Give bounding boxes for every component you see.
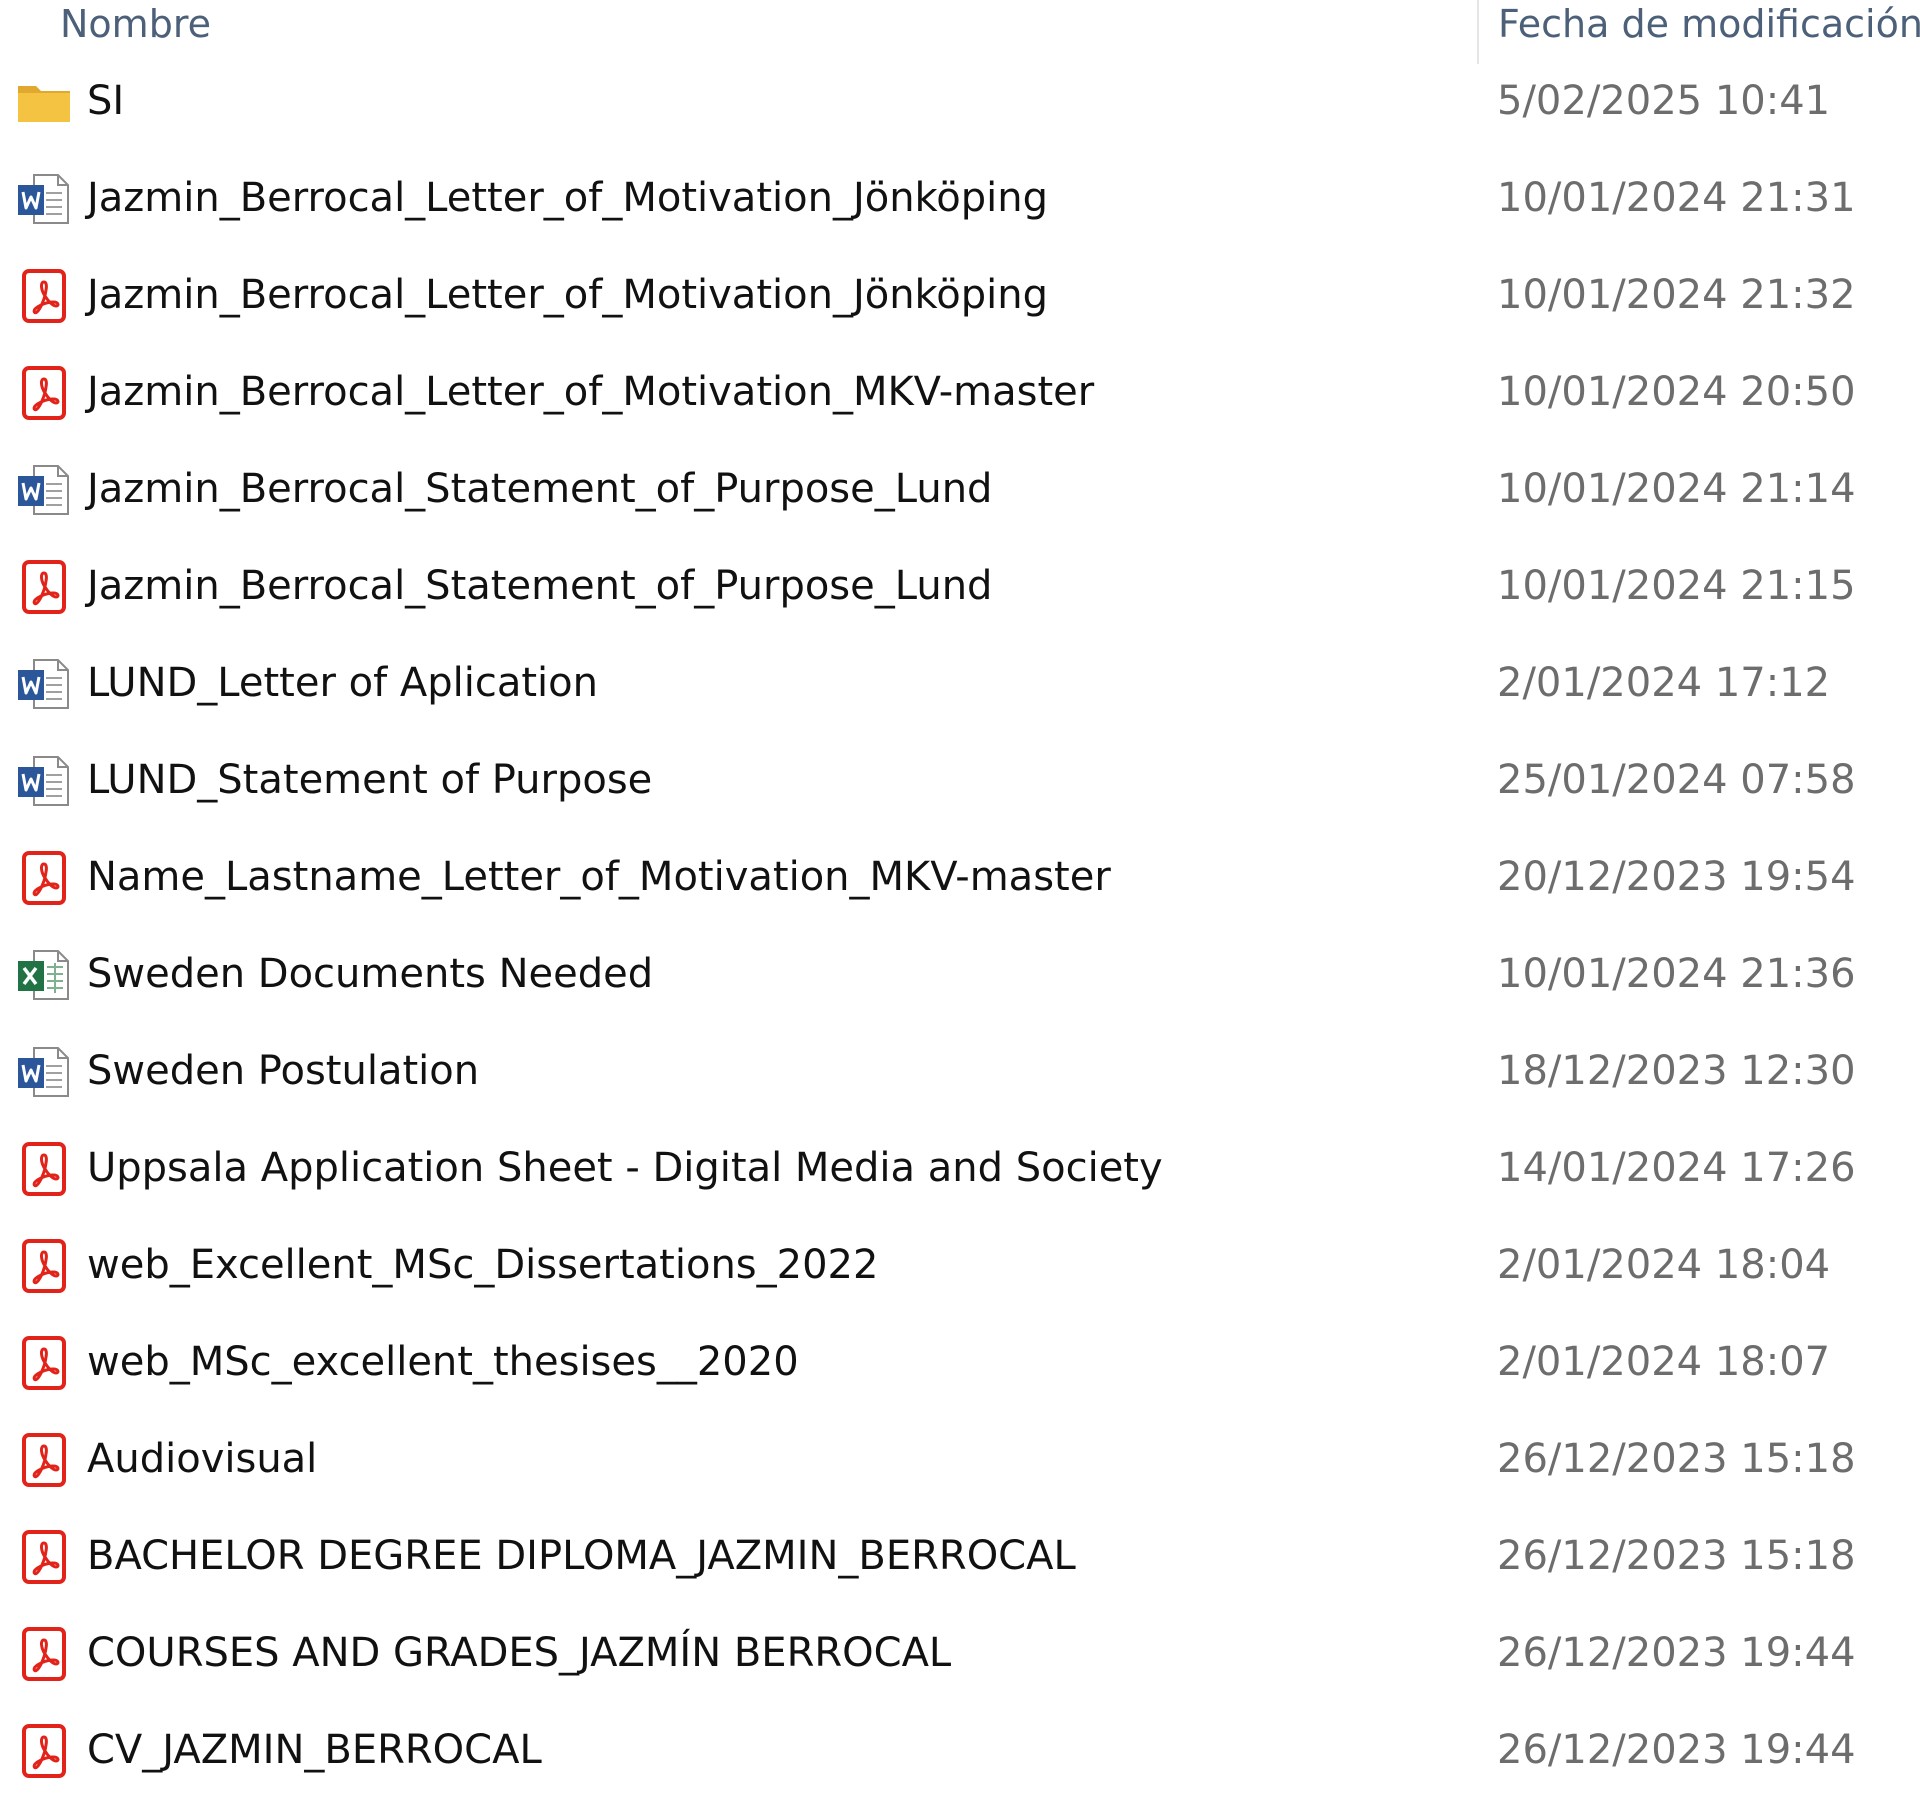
file-date-modified: 2/01/2024 18:07 — [1497, 1339, 1831, 1385]
pdf-icon — [16, 365, 72, 421]
folder-icon — [16, 74, 72, 130]
file-row[interactable]: Audiovisual 26/12/2023 15:18 — [0, 1410, 1920, 1507]
file-date-modified: 5/02/2025 10:41 — [1497, 78, 1831, 124]
word-doc-icon — [16, 753, 72, 809]
word-doc-icon — [16, 1044, 72, 1100]
file-date-modified: 10/01/2024 21:14 — [1497, 466, 1856, 512]
file-row[interactable]: Jazmin_Berrocal_Letter_of_Motivation_MKV… — [0, 343, 1920, 440]
file-date-modified: 26/12/2023 15:18 — [1497, 1533, 1856, 1579]
excel-sheet-icon — [16, 947, 72, 1003]
file-date-modified: 26/12/2023 19:44 — [1497, 1630, 1856, 1676]
word-doc-icon — [16, 171, 72, 227]
pdf-icon — [16, 1723, 72, 1779]
file-name: LUND_Statement of Purpose — [87, 757, 653, 803]
file-name: Jazmin_Berrocal_Statement_of_Purpose_Lun… — [87, 563, 993, 609]
pdf-icon — [16, 850, 72, 906]
file-date-modified: 26/12/2023 15:18 — [1497, 1436, 1856, 1482]
pdf-icon — [16, 559, 72, 615]
file-list: SI 5/02/2025 10:41 Jazmin_Berrocal_Letter_… — [0, 52, 1920, 1795]
file-row[interactable]: CV_JAZMIN_BERROCAL 26/12/2023 19:44 — [0, 1701, 1920, 1795]
file-name: Jazmin_Berrocal_Letter_of_Motivation_Jön… — [87, 272, 1049, 318]
file-date-modified: 10/01/2024 21:15 — [1497, 563, 1856, 609]
file-date-modified: 26/12/2023 19:44 — [1497, 1727, 1856, 1773]
file-row[interactable]: SI 5/02/2025 10:41 — [0, 52, 1920, 149]
pdf-icon — [16, 1432, 72, 1488]
file-date-modified: 20/12/2023 19:54 — [1497, 854, 1856, 900]
file-row[interactable]: Jazmin_Berrocal_Letter_of_Motivation_Jön… — [0, 149, 1920, 246]
file-row[interactable]: COURSES AND GRADES_JAZMÍN BERROCAL 26/12/… — [0, 1604, 1920, 1701]
file-row[interactable]: Uppsala Application Sheet - Digital Medi… — [0, 1119, 1920, 1216]
file-date-modified: 10/01/2024 20:50 — [1497, 369, 1856, 415]
file-name: Uppsala Application Sheet - Digital Medi… — [87, 1145, 1163, 1191]
file-name: CV_JAZMIN_BERROCAL — [87, 1727, 542, 1773]
file-name: BACHELOR DEGREE DIPLOMA_JAZMIN_BERROCAL — [87, 1533, 1076, 1579]
file-row[interactable]: LUND_Statement of Purpose 25/01/2024 07:5… — [0, 731, 1920, 828]
file-name: web_Excellent_MSc_Dissertations_2022 — [87, 1242, 879, 1288]
file-date-modified: 10/01/2024 21:31 — [1497, 175, 1856, 221]
file-date-modified: 2/01/2024 18:04 — [1497, 1242, 1831, 1288]
file-name: Sweden Postulation — [87, 1048, 480, 1094]
file-row[interactable]: BACHELOR DEGREE DIPLOMA_JAZMIN_BERROCAL 2… — [0, 1507, 1920, 1604]
column-header-date-modified[interactable]: Fecha de modificación — [1498, 2, 1920, 46]
file-row[interactable]: Sweden Postulation 18/12/2023 12:30 — [0, 1022, 1920, 1119]
file-date-modified: 25/01/2024 07:58 — [1497, 757, 1856, 803]
file-row[interactable]: Jazmin_Berrocal_Statement_of_Purpose_Lun… — [0, 440, 1920, 537]
file-row[interactable]: LUND_Letter of Aplication 2/01/2024 17:12 — [0, 634, 1920, 731]
file-name: web_MSc_excellent_thesises__2020 — [87, 1339, 799, 1385]
file-name: Jazmin_Berrocal_Letter_of_Motivation_MKV… — [87, 369, 1095, 415]
word-doc-icon — [16, 462, 72, 518]
file-row[interactable]: Sweden Documents Needed 10/01/2024 21:36 — [0, 925, 1920, 1022]
pdf-icon — [16, 1238, 72, 1294]
file-name: Name_Lastname_Letter_of_Motivation_MKV-m… — [87, 854, 1111, 900]
file-date-modified: 14/01/2024 17:26 — [1497, 1145, 1856, 1191]
file-date-modified: 2/01/2024 17:12 — [1497, 660, 1831, 706]
pdf-icon — [16, 1626, 72, 1682]
file-name: Sweden Documents Needed — [87, 951, 654, 997]
file-date-modified: 10/01/2024 21:32 — [1497, 272, 1856, 318]
file-name: Jazmin_Berrocal_Statement_of_Purpose_Lun… — [87, 466, 993, 512]
column-header: Nombre Fecha de modificación — [0, 0, 1920, 64]
pdf-icon — [16, 1141, 72, 1197]
file-row[interactable]: Jazmin_Berrocal_Letter_of_Motivation_Jön… — [0, 246, 1920, 343]
file-name: SI — [87, 78, 125, 124]
word-doc-icon — [16, 656, 72, 712]
file-row[interactable]: web_Excellent_MSc_Dissertations_2022 2/01… — [0, 1216, 1920, 1313]
pdf-icon — [16, 1529, 72, 1585]
file-name: Jazmin_Berrocal_Letter_of_Motivation_Jön… — [87, 175, 1049, 221]
file-date-modified: 18/12/2023 12:30 — [1497, 1048, 1856, 1094]
file-row[interactable]: Jazmin_Berrocal_Statement_of_Purpose_Lun… — [0, 537, 1920, 634]
file-name: LUND_Letter of Aplication — [87, 660, 598, 706]
file-name: Audiovisual — [87, 1436, 318, 1482]
column-header-name[interactable]: Nombre — [60, 2, 211, 46]
pdf-icon — [16, 268, 72, 324]
file-date-modified: 10/01/2024 21:36 — [1497, 951, 1856, 997]
file-row[interactable]: Name_Lastname_Letter_of_Motivation_MKV-m… — [0, 828, 1920, 925]
file-row[interactable]: web_MSc_excellent_thesises__2020 2/01/202… — [0, 1313, 1920, 1410]
pdf-icon — [16, 1335, 72, 1391]
file-name: COURSES AND GRADES_JAZMÍN BERROCAL — [87, 1630, 952, 1676]
